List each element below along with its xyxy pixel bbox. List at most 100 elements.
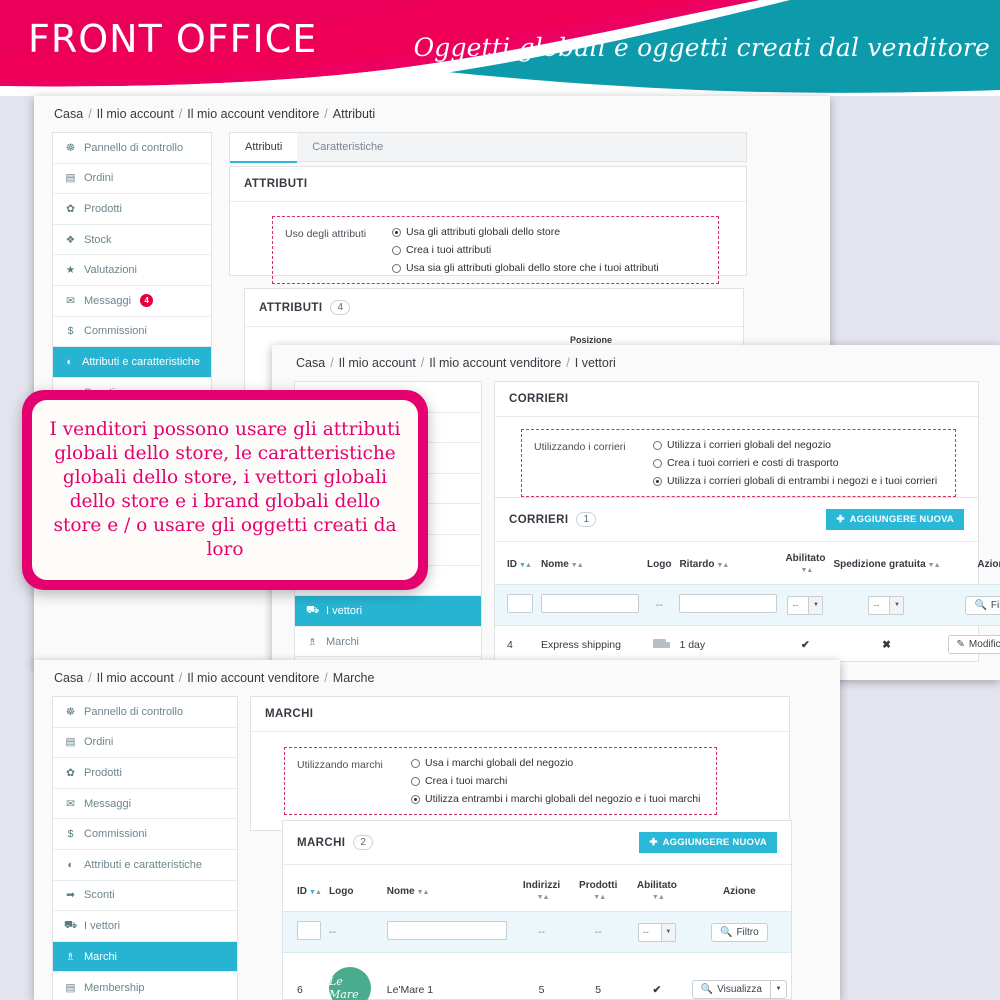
col-spedizione-gratuita[interactable]: Spedizione gratuita ▼▲ bbox=[829, 544, 943, 585]
radio-button[interactable] bbox=[653, 441, 662, 450]
banner-subtitle: Oggetti globali e oggetti creati dal ven… bbox=[413, 33, 990, 62]
search-icon: 🔍 bbox=[700, 983, 714, 995]
sidebar-item-messaggi[interactable]: ✉ Messaggi 4 bbox=[53, 286, 211, 317]
breadcrumb-item[interactable]: Il mio account venditore bbox=[429, 356, 561, 370]
view-button[interactable]: 🔍 Visualizza bbox=[691, 979, 770, 999]
breadcrumb-item[interactable]: Casa bbox=[54, 671, 83, 685]
cell-nome[interactable]: Le'Mare 1 bbox=[383, 953, 513, 1000]
col-indirizzi[interactable]: Indirizzi ▼▲ bbox=[513, 871, 571, 912]
filter-abilitato-select[interactable]: -- ▼ bbox=[637, 922, 676, 942]
breadcrumb-item[interactable]: Il mio account venditore bbox=[187, 107, 319, 121]
filter-id-input[interactable] bbox=[297, 921, 321, 940]
breadcrumb-item[interactable]: Casa bbox=[54, 107, 83, 121]
sidebar-item-prodotti[interactable]: ✿ Prodotti bbox=[53, 758, 237, 789]
card-attributi-options: ATTRIBUTI Uso degli attributi Usa gli at… bbox=[229, 166, 747, 284]
trophy-icon: ♗ bbox=[307, 635, 318, 648]
filter-button[interactable]: 🔍Filtro bbox=[710, 922, 768, 942]
callout-box: I venditori possono usare gli attributi … bbox=[22, 390, 428, 590]
breadcrumb-item[interactable]: Il mio account venditore bbox=[187, 671, 319, 685]
col-azione: Azione bbox=[722, 885, 756, 897]
sidebar-item-ordini[interactable]: ▤ Ordini bbox=[53, 728, 237, 759]
sidebar-item-ordini[interactable]: ▤ Ordini bbox=[53, 164, 211, 195]
col-prodotti[interactable]: Prodotti ▼▲ bbox=[570, 871, 626, 912]
filter-nome-input[interactable] bbox=[541, 594, 639, 613]
sidebar-item-attributi-e-caratteristiche[interactable]: ◐ Attributi e caratteristiche bbox=[53, 850, 237, 881]
breadcrumb-item[interactable]: Casa bbox=[296, 356, 325, 370]
radio-button[interactable] bbox=[392, 246, 401, 255]
radio-button[interactable] bbox=[653, 459, 662, 468]
sidebar-item-i-vettori[interactable]: ⛟ I vettori bbox=[295, 596, 481, 627]
radio-option[interactable]: Utilizza i corrieri globali di entrambi … bbox=[653, 475, 937, 487]
radio-button[interactable] bbox=[653, 477, 662, 486]
row-action-dropdown[interactable]: ▼ bbox=[769, 979, 787, 999]
col-logo: Logo bbox=[329, 885, 354, 897]
sidebar-item-valutazioni[interactable]: ★ Valutazioni bbox=[53, 255, 211, 286]
sidebar-item-i-vettori[interactable]: ⛟ I vettori bbox=[53, 911, 237, 942]
radio-label: Utilizza entrambi i marchi globali del n… bbox=[425, 793, 701, 805]
tab-caratteristiche[interactable]: Caratteristiche bbox=[297, 133, 398, 163]
col-abilitato[interactable]: Abilitato ▼▲ bbox=[781, 544, 829, 585]
sidebar-item-label: Marchi bbox=[326, 635, 360, 648]
breadcrumb-item[interactable]: Il mio account bbox=[97, 107, 174, 121]
radio-button[interactable] bbox=[411, 795, 420, 804]
sidebar-item-sconti[interactable]: ➡ Sconti bbox=[53, 881, 237, 912]
radio-option[interactable]: Usa sia gli attributi globali dello stor… bbox=[392, 262, 659, 274]
radio-option[interactable]: Crea i tuoi marchi bbox=[411, 775, 700, 787]
radio-button[interactable] bbox=[411, 759, 420, 768]
col-nome[interactable]: Nome ▼▲ bbox=[537, 544, 643, 585]
table-row[interactable]: 6 Le Mare Le'Mare 1 5 5 ✔ 🔍 Visualizza ▼ bbox=[283, 953, 791, 1000]
sidebar-item-pannello-di-controllo[interactable]: ☸ Pannello di controllo bbox=[53, 697, 237, 728]
sidebar-item-marchi[interactable]: ♗ Marchi bbox=[295, 627, 481, 658]
sidebar-item-marchi[interactable]: ♗ Marchi bbox=[53, 941, 237, 973]
radio-button[interactable] bbox=[392, 264, 401, 273]
sidebar-item-commissioni[interactable]: $ Commissioni bbox=[53, 819, 237, 850]
table-row[interactable]: 4 Express shipping 1 day ✔ ✖ ✎Modificare… bbox=[495, 626, 1000, 664]
cell-spedizione-gratuita[interactable]: ✖ bbox=[829, 626, 943, 664]
radio-option[interactable]: Crea i tuoi corrieri e costi di trasport… bbox=[653, 457, 937, 469]
radio-label: Usa sia gli attributi globali dello stor… bbox=[406, 262, 659, 274]
col-id[interactable]: ID ▼▲ bbox=[283, 871, 325, 912]
cell-abilitato[interactable]: ✔ bbox=[626, 953, 688, 1000]
sidebar-item-messaggi[interactable]: ✉ Messaggi bbox=[53, 789, 237, 820]
sidebar-item-pannello-di-controllo[interactable]: ☸ Pannello di controllo bbox=[53, 133, 211, 164]
filter-nome-input[interactable] bbox=[386, 921, 507, 940]
cell-azione: ✎Modificare ▼ bbox=[944, 626, 1000, 664]
filter-cell-prodotti: -- bbox=[570, 911, 627, 953]
breadcrumb-item[interactable]: Il mio account bbox=[97, 671, 174, 685]
cell-abilitato[interactable]: ✔ bbox=[781, 626, 829, 664]
col-nome[interactable]: Nome ▼▲ bbox=[383, 871, 513, 912]
add-new-carrier-button[interactable]: ✚ AGGIUNGERE NUOVA bbox=[826, 509, 964, 530]
sidebar-item-attributi-e-caratteristiche[interactable]: ◐ Attributi e caratteristiche bbox=[53, 347, 211, 378]
radio-button[interactable] bbox=[411, 777, 420, 786]
col-abilitato[interactable]: Abilitato ▼▲ bbox=[626, 871, 688, 912]
col-id[interactable]: ID ▼▲ bbox=[495, 544, 537, 585]
edit-button[interactable]: ✎Modificare bbox=[947, 635, 1000, 654]
radio-option[interactable]: Crea i tuoi attributi bbox=[392, 244, 659, 256]
sidebar-item-commissioni[interactable]: $ Commissioni bbox=[53, 317, 211, 348]
radio-option[interactable]: Usa i marchi globali del negozio bbox=[411, 757, 700, 769]
carriers-table-body: -- --▼ --▼ 🔍Filtro 4 Express shipping 1 … bbox=[495, 584, 1000, 664]
filter-button[interactable]: 🔍Filtro bbox=[965, 595, 1000, 615]
add-new-brand-button[interactable]: ✚ AGGIUNGERE NUOVA bbox=[639, 832, 777, 853]
sidebar-item-stock[interactable]: ❖ Stock bbox=[53, 225, 211, 256]
sidebar-item-label: Ordini bbox=[84, 172, 114, 185]
sidebar-item-prodotti[interactable]: ✿ Prodotti bbox=[53, 194, 211, 225]
filter-ritardo-input[interactable] bbox=[679, 594, 778, 613]
radio-option[interactable]: Utilizza entrambi i marchi globali del n… bbox=[411, 793, 700, 805]
orders-icon: ▤ bbox=[65, 172, 76, 185]
filter-id-input[interactable] bbox=[507, 594, 533, 613]
dollar-icon: $ bbox=[67, 828, 74, 841]
filter-abilitato-select[interactable]: -- ▼ bbox=[787, 595, 824, 615]
filter-cell-nome bbox=[382, 911, 513, 953]
col-ritardo[interactable]: Ritardo ▼▲ bbox=[675, 544, 781, 585]
radio-option[interactable]: Usa gli attributi globali dello store bbox=[392, 226, 659, 238]
radio-button[interactable] bbox=[392, 228, 401, 237]
filter-spedizione-select[interactable]: -- ▼ bbox=[868, 595, 905, 615]
sidebar-item-membership[interactable]: ▤ Membership bbox=[53, 972, 237, 1000]
trophy-icon: ♗ bbox=[65, 950, 76, 963]
plus-circle-icon: ✚ bbox=[836, 514, 845, 525]
breadcrumb-item[interactable]: Il mio account bbox=[339, 356, 416, 370]
tab-attributi[interactable]: Attributi bbox=[230, 133, 298, 163]
tag-icon: ➡ bbox=[66, 889, 75, 902]
radio-option[interactable]: Utilizza i corrieri globali del negozio bbox=[653, 439, 937, 451]
